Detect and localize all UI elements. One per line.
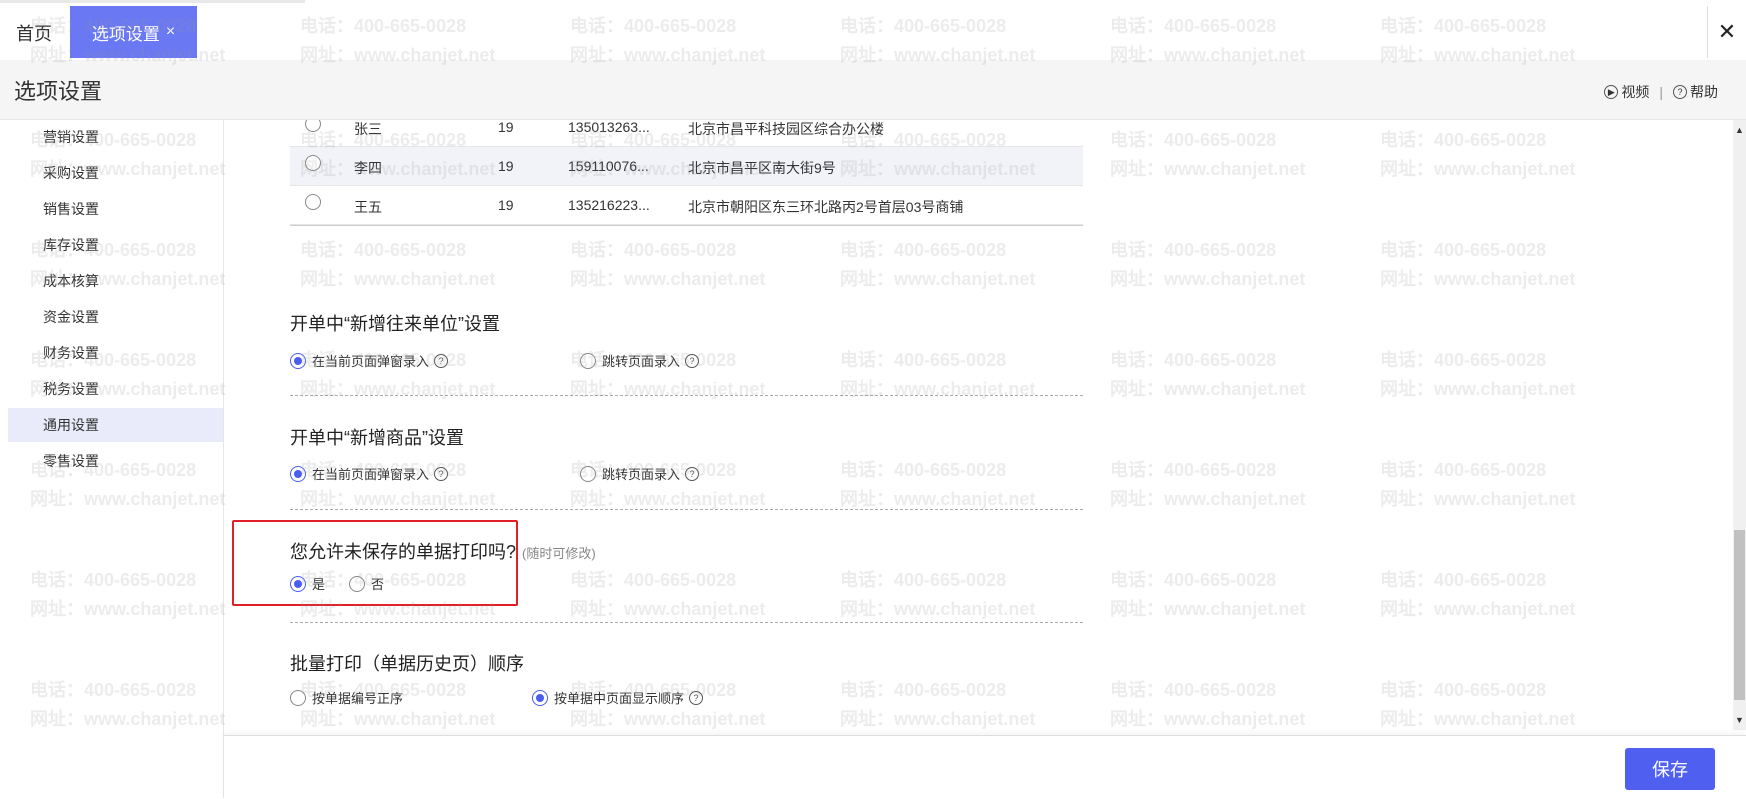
table-row[interactable]: 李四 19 159110076... 北京市昌平区南大街9号 xyxy=(290,147,1083,186)
cell-name: 王五 xyxy=(354,199,382,215)
section-divider xyxy=(290,509,1083,510)
scroll-up-arrow-icon[interactable]: ▲ xyxy=(1733,120,1746,140)
radio-selected[interactable] xyxy=(290,575,306,592)
page-title: 选项设置 xyxy=(14,79,103,104)
contacts-table: 张三 19 135013263... 北京市昌平科技园区综合办公楼 李四 19 … xyxy=(290,120,1083,226)
option-label: 在当前页面弹窗录入 xyxy=(312,354,430,369)
sidebar-item-costing[interactable]: 成本核算 xyxy=(8,264,223,298)
window-close-icon[interactable]: ✕ xyxy=(1707,6,1746,58)
help-icon[interactable]: ? xyxy=(434,353,449,368)
help-icon[interactable]: ? xyxy=(685,466,700,481)
save-button[interactable]: 保存 xyxy=(1625,748,1715,790)
sidebar-item-funds[interactable]: 资金设置 xyxy=(8,300,223,334)
cell-name: 张三 xyxy=(354,121,382,137)
print-unsaved-hint: (随时可修改) xyxy=(522,546,596,561)
video-label: 视频 xyxy=(1621,84,1650,100)
row-radio[interactable] xyxy=(305,120,321,132)
scroll-down-arrow-icon[interactable]: ▼ xyxy=(1733,710,1746,730)
question-icon: ? xyxy=(1673,85,1687,99)
header-links: ▶ 视频 | ? 帮助 xyxy=(1604,82,1718,102)
sidebar-item-inventory[interactable]: 库存设置 xyxy=(8,228,223,262)
radio-unselected[interactable] xyxy=(580,352,596,369)
tab-options-settings-label: 选项设置 xyxy=(91,24,160,44)
help-icon[interactable]: ? xyxy=(685,353,700,368)
option-label: 跳转页面录入 xyxy=(602,354,681,369)
scrollbar-thumb[interactable] xyxy=(1734,530,1745,700)
sidebar-item-finance[interactable]: 财务设置 xyxy=(8,336,223,370)
option-label: 跳转页面录入 xyxy=(602,467,681,482)
print-unsaved-yes[interactable]: 是 xyxy=(290,574,325,593)
video-link[interactable]: ▶ 视频 xyxy=(1604,82,1649,102)
page-header: 选项设置 ▶ 视频 | ? 帮助 xyxy=(0,60,1746,120)
radio-unselected[interactable] xyxy=(580,465,596,482)
help-link[interactable]: ? 帮助 xyxy=(1673,82,1718,102)
cell-name: 李四 xyxy=(354,160,382,176)
new-partner-option-popup[interactable]: 在当前页面弹窗录入 ? xyxy=(290,351,449,370)
section-divider xyxy=(290,395,1083,396)
print-unsaved-no[interactable]: 否 xyxy=(349,574,384,593)
new-product-title: 开单中“新增商品”设置 xyxy=(290,428,464,448)
settings-content: 张三 19 135013263... 北京市昌平科技园区综合办公楼 李四 19 … xyxy=(224,120,1732,735)
help-icon[interactable]: ? xyxy=(689,690,704,705)
footer-bar xyxy=(224,735,1746,799)
section-divider xyxy=(290,622,1083,623)
sidebar-item-tax[interactable]: 税务设置 xyxy=(8,372,223,406)
sidebar: 营销设置 采购设置 销售设置 库存设置 成本核算 资金设置 财务设置 税务设置 … xyxy=(8,120,224,798)
new-partner-option-redirect[interactable]: 跳转页面录入 ? xyxy=(580,351,700,370)
cell-address: 北京市昌平区南大街9号 xyxy=(688,160,836,176)
radio-selected[interactable] xyxy=(532,689,548,706)
cell-age: 19 xyxy=(498,158,514,174)
option-label: 否 xyxy=(371,577,385,592)
tab-close-icon[interactable]: × xyxy=(166,23,175,41)
header-separator: | xyxy=(1659,84,1663,100)
radio-unselected[interactable] xyxy=(349,575,365,592)
option-label: 按单据编号正序 xyxy=(312,691,404,706)
batch-print-option-display[interactable]: 按单据中页面显示顺序 ? xyxy=(532,688,704,707)
new-partner-title: 开单中“新增往来单位”设置 xyxy=(290,314,500,334)
option-label: 按单据中页面显示顺序 xyxy=(554,691,685,706)
tab-options-settings[interactable]: 选项设置 × xyxy=(70,6,197,58)
option-label: 是 xyxy=(312,577,326,592)
sidebar-item-purchase[interactable]: 采购设置 xyxy=(8,156,223,190)
table-row[interactable]: 张三 19 135013263... 北京市昌平科技园区综合办公楼 xyxy=(290,120,1083,147)
row-radio[interactable] xyxy=(305,194,321,210)
tab-home[interactable]: 首页 xyxy=(16,20,52,46)
cell-phone: 135013263... xyxy=(568,120,650,135)
radio-unselected[interactable] xyxy=(290,689,306,706)
help-icon[interactable]: ? xyxy=(434,466,449,481)
cell-address: 北京市朝阳区东三环北路丙2号首层03号商铺 xyxy=(688,199,964,215)
sidebar-item-retail[interactable]: 零售设置 xyxy=(8,444,223,478)
cell-age: 19 xyxy=(498,120,514,135)
play-icon: ▶ xyxy=(1604,85,1619,99)
help-label: 帮助 xyxy=(1690,84,1718,100)
radio-selected[interactable] xyxy=(290,352,306,369)
sidebar-item-marketing[interactable]: 营销设置 xyxy=(8,120,223,154)
cell-age: 19 xyxy=(498,197,514,213)
sidebar-item-sales[interactable]: 销售设置 xyxy=(8,192,223,226)
cell-address: 北京市昌平科技园区综合办公楼 xyxy=(688,121,884,137)
batch-print-option-number[interactable]: 按单据编号正序 xyxy=(290,688,403,707)
cell-phone: 135216223... xyxy=(568,197,650,213)
top-strip xyxy=(0,0,305,3)
sidebar-item-general[interactable]: 通用设置 xyxy=(8,408,223,442)
top-tab-bar: 首页 选项设置 × ✕ xyxy=(0,0,1746,61)
new-product-option-popup[interactable]: 在当前页面弹窗录入 ? xyxy=(290,464,449,483)
new-product-option-redirect[interactable]: 跳转页面录入 ? xyxy=(580,464,700,483)
batch-print-title: 批量打印（单据历史页）顺序 xyxy=(290,654,524,674)
print-unsaved-question: 您允许未保存的单据打印吗? xyxy=(290,542,517,562)
option-label: 在当前页面弹窗录入 xyxy=(312,467,430,482)
radio-selected[interactable] xyxy=(290,465,306,482)
cell-phone: 159110076... xyxy=(568,158,649,174)
table-row[interactable]: 王五 19 135216223... 北京市朝阳区东三环北路丙2号首层03号商铺 xyxy=(290,186,1083,225)
row-radio[interactable] xyxy=(305,155,321,171)
print-unsaved-title: 您允许未保存的单据打印吗? (随时可修改) xyxy=(290,538,596,564)
